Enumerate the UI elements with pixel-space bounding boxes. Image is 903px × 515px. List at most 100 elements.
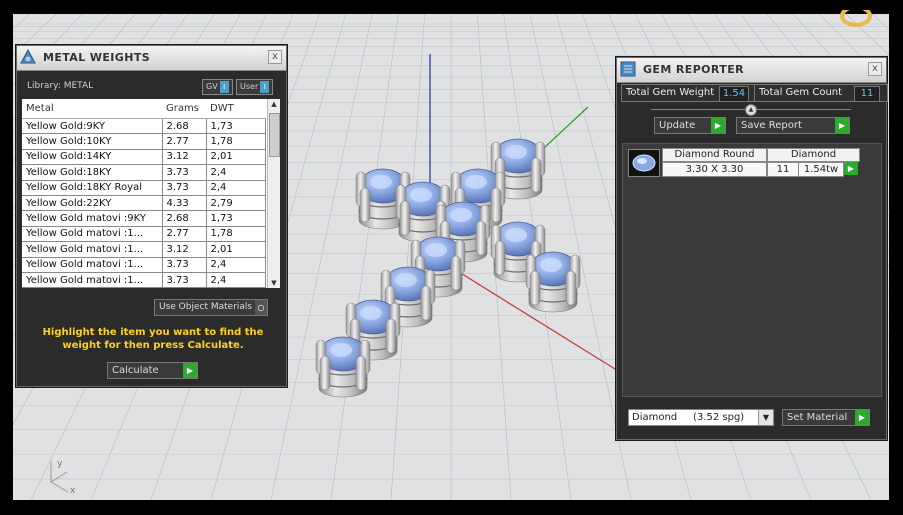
metal-table: Metal Grams DWT Yellow Gold:9KY 2.68 1,73 Y… bbox=[22, 99, 266, 288]
column-header-grams[interactable]: Grams bbox=[162, 99, 206, 119]
calculate-button[interactable]: Calculate ▶ bbox=[107, 362, 198, 379]
grams-cell: 2.77 bbox=[162, 133, 207, 150]
metal-weights-title: METAL WEIGHTS bbox=[43, 51, 151, 64]
calculate-hint-text: Highlight the item you want to find the … bbox=[42, 327, 264, 351]
gem-size-cell: 3.30 X 3.30 bbox=[662, 162, 767, 177]
table-row[interactable]: Yellow Gold matovi :1... 3.12 2,01 bbox=[22, 241, 266, 258]
metal-name-cell: Yellow Gold:22KY bbox=[22, 195, 163, 212]
gem-weight-cell: 1.54tw bbox=[798, 162, 844, 177]
grams-cell: 2.68 bbox=[162, 210, 207, 227]
metal-name-cell: Yellow Gold matovi :1... bbox=[22, 241, 163, 258]
table-row[interactable]: Yellow Gold matovi :1... 3.73 2,4 bbox=[22, 272, 266, 288]
total-gem-count-label: Total Gem Count bbox=[759, 87, 843, 98]
dwt-cell: 1,78 bbox=[206, 133, 266, 150]
gem-count-cell: 11 bbox=[767, 162, 799, 177]
round-diamond-gem-icon bbox=[628, 149, 660, 177]
grams-cell: 2.77 bbox=[162, 226, 207, 243]
dwt-cell: 2,79 bbox=[206, 195, 266, 212]
metal-name-cell: Yellow Gold:18KY Royal bbox=[22, 180, 163, 196]
ring-model-fragment bbox=[840, 10, 872, 27]
gem-setting[interactable] bbox=[315, 336, 371, 398]
table-row[interactable]: Yellow Gold matovi :1... 2.77 1,78 bbox=[22, 226, 266, 243]
dwt-cell: 2,01 bbox=[206, 241, 266, 258]
gem-setting[interactable] bbox=[525, 251, 581, 313]
chevron-down-icon[interactable]: ▼ bbox=[758, 410, 773, 425]
metal-name-cell: Yellow Gold:14KY bbox=[22, 149, 163, 166]
metal-name-cell: Yellow Gold:10KY bbox=[22, 133, 163, 150]
set-material-arrow-icon: ▶ bbox=[855, 410, 869, 425]
update-label: Update bbox=[659, 120, 696, 131]
gem-reporter-titlebar[interactable]: GEM REPORTER x bbox=[617, 58, 886, 83]
save-report-label: Save Report bbox=[741, 120, 802, 131]
table-row[interactable]: Yellow Gold:18KY 3.73 2,4 bbox=[22, 164, 266, 181]
metal-name-cell: Yellow Gold:9KY bbox=[22, 118, 163, 135]
metal-name-cell: Yellow Gold matovi :1... bbox=[22, 226, 163, 243]
gv-toggle[interactable]: GV I bbox=[202, 79, 233, 95]
dwt-cell: 1,73 bbox=[206, 118, 266, 135]
gem-report-list[interactable]: Diamond Round Diamond 3.30 X 3.30 11 1.5… bbox=[622, 143, 882, 397]
dwt-cell: 2,4 bbox=[206, 164, 266, 181]
dwt-cell: 2,4 bbox=[206, 272, 266, 288]
table-row[interactable]: Yellow Gold:10KY 2.77 1,78 bbox=[22, 133, 266, 150]
material-select-value: Diamond (3.52 spg) bbox=[632, 412, 745, 423]
library-label: Library: METAL bbox=[27, 81, 94, 91]
scroll-down-icon[interactable]: ▼ bbox=[268, 278, 280, 288]
collapse-toggle-icon[interactable]: ▲ bbox=[745, 104, 757, 116]
scroll-thumb[interactable] bbox=[269, 113, 280, 157]
save-report-button[interactable]: Save Report ▶ bbox=[736, 117, 850, 134]
gem-reporter-panel[interactable]: GEM REPORTER x Total Gem Weight 1.54 Tot… bbox=[616, 57, 888, 440]
column-header-dwt[interactable]: DWT bbox=[206, 99, 266, 119]
application-screen: y x METAL WEIGHTS x Library: METAL GV I U… bbox=[0, 0, 903, 515]
user-toggle[interactable]: User I bbox=[236, 79, 274, 95]
calculate-label: Calculate bbox=[112, 365, 159, 376]
table-row[interactable]: Yellow Gold matovi :9KY 2.68 1,73 bbox=[22, 210, 266, 227]
scroll-up-icon[interactable]: ▲ bbox=[268, 99, 280, 109]
gem-reporter-title: GEM REPORTER bbox=[643, 63, 744, 76]
metal-weights-close-button[interactable]: x bbox=[268, 50, 282, 64]
dwt-cell: 2,01 bbox=[206, 149, 266, 166]
grams-cell: 3.73 bbox=[162, 164, 207, 181]
cross-pendant-model[interactable] bbox=[315, 138, 581, 398]
metal-table-scrollbar[interactable]: ▲ ▼ bbox=[267, 99, 280, 288]
update-button[interactable]: Update ▶ bbox=[654, 117, 726, 134]
gem-report-row[interactable]: Diamond Round Diamond 3.30 X 3.30 11 1.5… bbox=[626, 148, 862, 177]
use-object-materials-checkbox-icon[interactable]: ○ bbox=[255, 300, 267, 315]
table-row[interactable]: Yellow Gold:14KY 3.12 2,01 bbox=[22, 149, 266, 166]
grams-cell: 3.73 bbox=[162, 257, 207, 273]
dwt-cell: 2,4 bbox=[206, 257, 266, 273]
total-gem-weight-label: Total Gem Weight bbox=[626, 87, 715, 98]
table-row[interactable]: Yellow Gold:18KY Royal 3.73 2,4 bbox=[22, 180, 266, 196]
metal-name-cell: Yellow Gold matovi :1... bbox=[22, 272, 163, 288]
use-object-materials-button[interactable]: Use Object Materials ○ bbox=[154, 299, 268, 316]
axis-label-y: y bbox=[57, 459, 63, 469]
table-row[interactable]: Yellow Gold matovi :1... 3.73 2,4 bbox=[22, 257, 266, 273]
save-report-arrow-icon: ▶ bbox=[835, 118, 849, 133]
material-select[interactable]: Diamond (3.52 spg) ▼ bbox=[628, 409, 774, 426]
user-toggle-label: User bbox=[240, 82, 259, 91]
gem-row-arrow-icon[interactable]: ▶ bbox=[844, 162, 858, 175]
table-row[interactable]: Yellow Gold:9KY 2.68 1,73 bbox=[22, 118, 266, 135]
metal-table-container[interactable]: Metal Grams DWT Yellow Gold:9KY 2.68 1,73 Y… bbox=[22, 99, 280, 288]
gem-reporter-close-button[interactable]: x bbox=[868, 62, 882, 76]
user-toggle-indicator-icon: I bbox=[260, 81, 270, 93]
metal-name-cell: Yellow Gold matovi :9KY bbox=[22, 210, 163, 227]
calculate-arrow-icon: ▶ bbox=[183, 363, 197, 378]
table-row[interactable]: Yellow Gold:22KY 4.33 2,79 bbox=[22, 195, 266, 212]
grams-cell: 3.12 bbox=[162, 241, 207, 258]
total-gem-count-value: 11 bbox=[854, 86, 880, 102]
gv-toggle-indicator-icon: I bbox=[219, 81, 229, 93]
total-gem-weight-value: 1.54 bbox=[719, 86, 749, 102]
axis-indicator: y x bbox=[50, 459, 76, 496]
gem-reporter-logo-icon bbox=[619, 60, 637, 78]
metal-weights-panel[interactable]: METAL WEIGHTS x Library: METAL GV I User I… bbox=[16, 45, 287, 387]
column-header-metal[interactable]: Metal bbox=[22, 99, 162, 119]
metal-weights-titlebar[interactable]: METAL WEIGHTS x bbox=[17, 46, 286, 71]
set-material-button[interactable]: Set Material ▶ bbox=[782, 409, 870, 426]
update-arrow-icon: ▶ bbox=[711, 118, 725, 133]
grams-cell: 3.12 bbox=[162, 149, 207, 166]
gem-shape-header: Diamond Round bbox=[662, 148, 767, 162]
use-object-materials-label: Use Object Materials bbox=[159, 302, 253, 312]
axis-label-x: x bbox=[70, 486, 76, 496]
grams-cell: 3.73 bbox=[162, 272, 207, 288]
metal-name-cell: Yellow Gold matovi :1... bbox=[22, 257, 163, 273]
